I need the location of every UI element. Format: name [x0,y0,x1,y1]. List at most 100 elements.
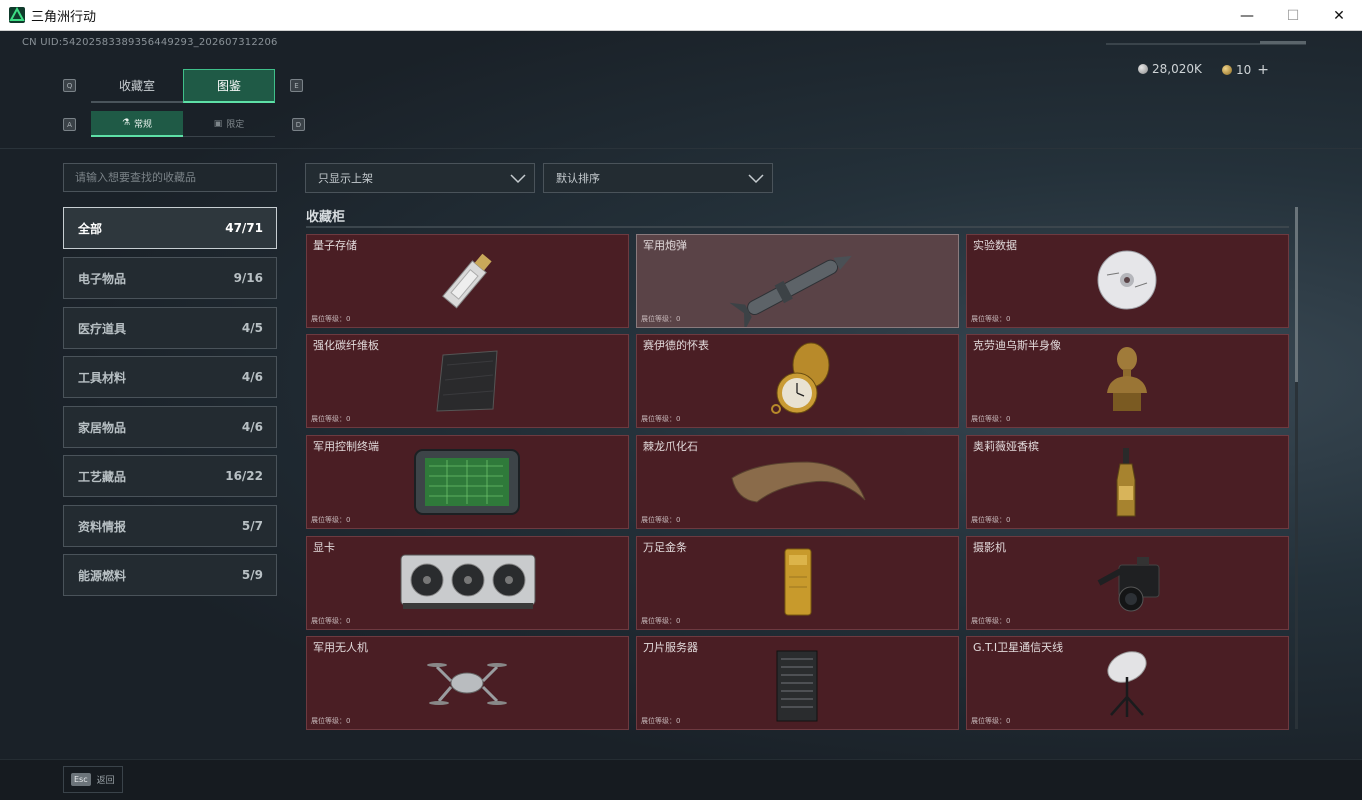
collectible-card[interactable]: 实验数据 展位等级：0 [966,234,1289,328]
category-medical[interactable]: 医疗道具 4/5 [63,307,277,349]
cabinet-divider [306,226,1289,228]
item-level: 展位等级：0 [971,315,1011,323]
cabinet-title: 收藏柜 [306,210,346,225]
item-level: 展位等级：0 [311,516,351,524]
item-name: 显卡 [313,541,335,554]
category-electronics[interactable]: 电子物品 9/16 [63,257,277,299]
category-label: 资料情报 [78,519,127,534]
sort-dropdown[interactable]: 默认排序 [543,163,773,193]
category-count: 47/71 [225,221,263,235]
cabinet-scrollbar-thumb[interactable] [1295,207,1298,382]
collectible-card[interactable]: 显卡 展位等级：0 [306,536,629,630]
graphics-card-icon [400,554,536,609]
category-label: 工艺藏品 [78,469,127,484]
chevron-down-icon [510,174,526,184]
frame-icon: ▣ [213,118,223,129]
header-divider [0,148,1362,149]
tab-limited[interactable]: ▣ 限定 [183,111,275,137]
category-all[interactable]: 全部 47/71 [63,207,277,249]
collectible-card[interactable]: 克劳迪乌斯半身像 展位等级：0 [966,334,1289,428]
item-level: 展位等级：0 [641,717,681,725]
flask-icon: ⚗ [121,118,131,128]
category-count: 5/7 [241,519,263,533]
collectible-card[interactable]: 军用无人机 展位等级：0 [306,636,629,730]
item-name: 刀片服务器 [643,641,698,654]
esc-key-badge: Esc [71,773,91,786]
item-name: 赛伊德的怀表 [643,339,709,352]
gold-coin-icon [1222,65,1232,75]
item-name: 强化碳纤维板 [313,339,379,352]
window-titlebar: 三角洲行动 — ☐ ✕ [0,0,1362,31]
category-count: 4/6 [241,420,263,434]
category-label: 全部 [78,221,103,236]
key-hint-d: D [292,118,305,131]
close-button[interactable]: ✕ [1316,0,1362,31]
tab-limited-label: 限定 [226,120,245,130]
search-box[interactable] [63,163,277,192]
category-tools[interactable]: 工具材料 4/6 [63,356,277,398]
item-level: 展位等级：0 [971,415,1011,423]
collectible-card[interactable]: 棘龙爪化石 展位等级：0 [636,435,959,529]
collectible-card[interactable]: 摄影机 展位等级：0 [966,536,1289,630]
item-level: 展位等级：0 [311,717,351,725]
gold-currency-value: 10 [1236,63,1252,77]
item-name: 万足金条 [643,541,687,554]
collectible-card[interactable]: 刀片服务器 展位等级：0 [636,636,959,730]
category-count: 5/9 [241,568,263,582]
category-intel[interactable]: 资料情报 5/7 [63,505,277,547]
display-filter-dropdown[interactable]: 只显示上架 [305,163,535,193]
back-label: 返回 [96,776,115,786]
key-hint-a: A [63,118,76,131]
item-level: 展位等级：0 [311,315,351,323]
category-label: 医疗道具 [78,321,127,336]
silver-currency[interactable]: 28,020K [1138,62,1202,76]
maximize-button[interactable]: ☐ [1270,0,1316,31]
item-level: 展位等级：0 [641,415,681,423]
item-name: 实验数据 [973,239,1017,252]
search-input[interactable] [75,171,265,184]
item-level: 展位等级：0 [311,415,351,423]
sort-value: 默认排序 [556,172,600,185]
category-count: 16/22 [225,469,263,483]
collectible-card[interactable]: 赛伊德的怀表 展位等级：0 [636,334,959,428]
collectible-card[interactable]: 奥莉薇娅香槟 展位等级：0 [966,435,1289,529]
footer-bar: Esc 返回 [0,759,1362,800]
add-currency-button[interactable]: + [1257,62,1269,78]
collectible-card[interactable]: 万足金条 展位等级：0 [636,536,959,630]
tab-regular[interactable]: ⚗ 常规 [91,111,183,137]
item-name: 军用控制终端 [313,440,379,453]
gold-currency[interactable]: 10 + [1222,62,1269,78]
collectible-card[interactable]: 量子存储 展位等级：0 [306,234,629,328]
category-fuel[interactable]: 能源燃料 5/9 [63,554,277,596]
tab-catalog[interactable]: 图鉴 [183,69,275,103]
display-filter-value: 只显示上架 [318,172,373,185]
category-label: 家居物品 [78,420,127,435]
key-hint-e: E [290,79,303,92]
item-name: G.T.I卫星通信天线 [973,641,1064,654]
item-level: 展位等级：0 [641,315,681,323]
silver-currency-value: 28,020K [1152,62,1202,76]
item-level: 展位等级：0 [971,617,1011,625]
collectible-card[interactable]: 军用控制终端 展位等级：0 [306,435,629,529]
item-level: 展位等级：0 [971,516,1011,524]
item-name: 克劳迪乌斯半身像 [973,339,1061,352]
back-button[interactable]: Esc 返回 [63,766,123,793]
item-name: 摄影机 [973,541,1006,554]
uid-text: CN UID:542025833893564492​93_20260731220… [22,37,278,48]
category-crafts[interactable]: 工艺藏品 16/22 [63,455,277,497]
category-label: 电子物品 [78,271,127,286]
category-count: 4/5 [241,321,263,335]
category-household[interactable]: 家居物品 4/6 [63,406,277,448]
item-name: 量子存储 [313,239,357,252]
tab-collection-room[interactable]: 收藏室 [91,69,183,103]
collectible-card[interactable]: G.T.I卫星通信天线 展位等级：0 [966,636,1289,730]
item-level: 展位等级：0 [971,717,1011,725]
item-name: 军用无人机 [313,641,368,654]
collectible-card[interactable]: 强化碳纤维板 展位等级：0 [306,334,629,428]
collectible-card[interactable]: 军用炮弹 展位等级：0 [636,234,959,328]
silver-coin-icon [1138,64,1148,74]
window-title: 三角洲行动 [31,9,97,25]
item-level: 展位等级：0 [641,516,681,524]
item-level: 展位等级：0 [311,617,351,625]
minimize-button[interactable]: — [1224,0,1270,31]
